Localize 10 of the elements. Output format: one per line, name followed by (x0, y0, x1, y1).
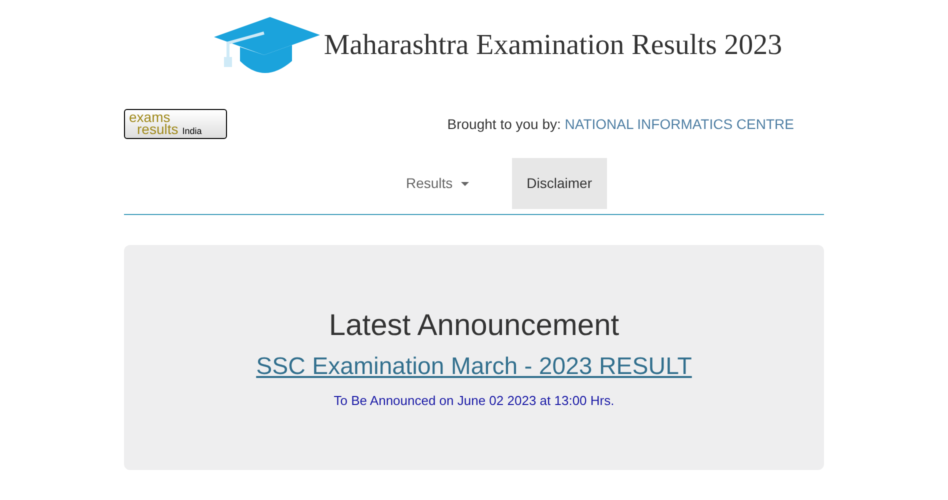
caret-icon (460, 182, 469, 186)
announcement-date: To Be Announced on June 02 2023 at 13:00 Hrs. (334, 392, 614, 410)
credit-text: Brought to you by: NATIONAL INFORMATICS CENTRE (447, 114, 795, 134)
result-link[interactable]: SSC Examination March - 2023 RESULT (256, 355, 692, 379)
nic-link[interactable]: NATIONAL INFORMATICS CENTRE (564, 116, 794, 132)
exams-results-logo[interactable]: exams results India (124, 109, 227, 139)
announcement-heading: Latest Announcement (328, 311, 620, 341)
site-title: Maharashtra Examination Results 2023 (324, 28, 782, 64)
results-menu[interactable]: Results (390, 158, 484, 209)
nav-link[interactable]: Disclaimer (512, 158, 608, 209)
